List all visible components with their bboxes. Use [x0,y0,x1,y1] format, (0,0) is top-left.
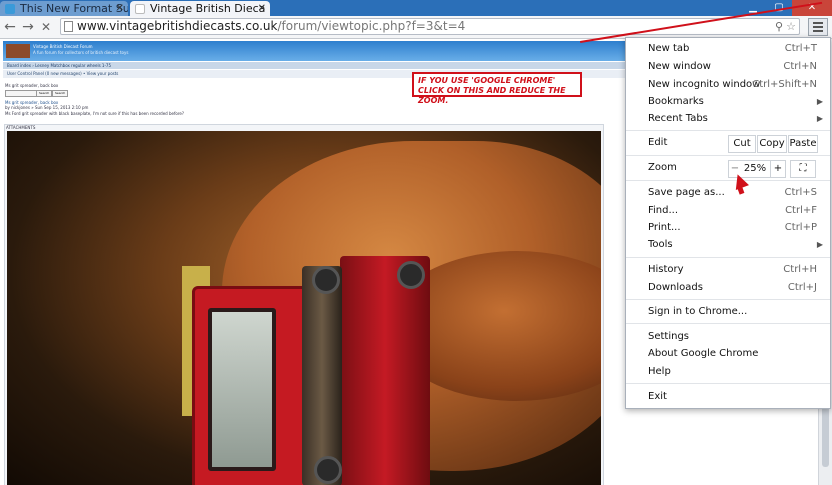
menu-label: Tools [648,239,673,250]
forum-logo[interactable] [6,44,30,58]
tab-vintage-british-diecasts[interactable]: Vintage British Dieca ✕ [130,1,270,16]
menu-separator [626,155,830,156]
forum-favicon-icon [5,4,15,14]
menu-item-exit[interactable]: Exit [648,389,823,405]
search-button[interactable]: Search [36,90,53,97]
loading-icon [135,4,145,14]
forum-subtitle: A fun forum for collectors of british di… [33,50,129,55]
address-bar[interactable]: www.vintagebritishdiecasts.co.uk/forum/v… [60,18,800,35]
photo-wheel [312,266,340,294]
menu-separator [626,257,830,258]
copy-button[interactable]: Copy [757,135,787,153]
fullscreen-icon: ⛶ [799,163,807,174]
paste-button[interactable]: Paste [788,135,818,153]
menu-icon-bar [813,30,823,32]
search-go-button[interactable]: Search [52,90,69,97]
tab-this-new-format[interactable]: This New Format Suc ✕ [0,1,128,16]
menu-icon [813,22,823,24]
chevron-right-icon: ▶ [816,240,823,249]
close-icon[interactable]: ✕ [116,1,124,16]
menu-item-help[interactable]: Help [648,364,823,380]
topic-title[interactable]: Ms grit spreader, back box [5,83,58,88]
menu-shortcut: Ctrl+S [784,187,817,198]
photo-wheel [314,456,342,484]
menu-label: History [648,264,684,275]
menu-item-bookmarks[interactable]: Bookmarks ▶ [648,94,823,110]
menu-item-about[interactable]: About Google Chrome [648,346,823,362]
menu-label: Find... [648,205,679,216]
menu-label: New tab [648,43,690,54]
post-meta: by nickjones » Sun Sep 15, 2013 2:10 pm [5,105,89,110]
photo-toy-truck [182,256,432,485]
forward-icon[interactable]: → [20,19,36,35]
menu-item-downloads[interactable]: Downloads Ctrl+J [648,280,823,296]
menu-label: Save page as... [648,187,725,198]
menu-item-tools[interactable]: Tools ▶ [648,237,823,253]
menu-label: New incognito window [648,79,761,90]
menu-separator [626,299,830,300]
menu-shortcut: Ctrl+F [785,205,817,216]
menu-label: Print... [648,222,681,233]
menu-label: Zoom [648,162,677,173]
menu-shortcut: Ctrl+J [787,282,817,293]
star-icon[interactable]: ☆ [786,19,796,34]
stop-icon[interactable]: ✕ [38,19,54,35]
menu-item-new-incognito[interactable]: New incognito window Ctrl+Shift+N [648,77,823,93]
chrome-menu-button[interactable] [808,18,828,36]
chrome-menu: New tab Ctrl+T New window Ctrl+N New inc… [625,37,831,409]
menu-shortcut: Ctrl+H [783,264,817,275]
menu-separator [626,130,830,131]
photo-truck-body [340,256,430,485]
chevron-right-icon: ▶ [816,114,823,123]
attachment-photo[interactable] [7,131,601,485]
forum-title: Vintage British Diecast Forum [33,44,93,49]
menu-label: Edit [648,137,668,148]
annotation-callout: IF YOU USE 'GOOGLE CHROME' CLICK ON THIS… [412,72,582,105]
attachments-label: ATTACHMENTS [6,125,36,130]
menu-label: Recent Tabs [648,113,708,124]
menu-label: Bookmarks [648,96,704,107]
menu-item-print[interactable]: Print... Ctrl+P [648,220,823,236]
menu-icon-bar [813,26,823,28]
menu-item-sign-in[interactable]: Sign in to Chrome... [648,304,823,320]
menu-item-new-tab[interactable]: New tab Ctrl+T [648,41,823,57]
menu-separator [626,323,830,324]
menu-separator [626,180,830,181]
back-icon[interactable]: ← [2,19,18,35]
url-path: /forum/viewtopic.php?f=3&t=4 [277,19,466,33]
chevron-right-icon: ▶ [816,97,823,106]
title-bar: This New Format Suc ✕ Vintage British Di… [0,0,832,16]
menu-label: About Google Chrome [648,348,759,359]
search-topic-input[interactable] [5,90,37,97]
close-icon[interactable]: ✕ [258,1,266,16]
menu-item-new-window[interactable]: New window Ctrl+N [648,59,823,75]
tab-label: Vintage British Dieca [150,2,266,15]
menu-item-history[interactable]: History Ctrl+H [648,262,823,278]
menu-item-recent-tabs[interactable]: Recent Tabs ▶ [648,111,823,127]
menu-shortcut: Ctrl+N [783,61,817,72]
photo-wheel [397,261,425,289]
menu-label: New window [648,61,711,72]
menu-label: Sign in to Chrome... [648,306,748,317]
menu-label: Settings [648,331,690,342]
fullscreen-button[interactable]: ⛶ [790,160,816,178]
menu-shortcut: Ctrl+Shift+N [752,79,817,90]
tab-label: This New Format Suc [20,2,128,15]
cut-button[interactable]: Cut [728,135,756,153]
photo-truck-window [208,308,276,471]
post-body: Ms Ford grit spreader with black basepla… [5,111,184,116]
zoom-in-button[interactable]: + [770,160,786,178]
search-icon[interactable]: ⚲ [775,19,783,34]
menu-label: Help [648,366,671,377]
menu-shortcut: Ctrl+P [784,222,817,233]
page-icon [64,21,73,32]
menu-label: Exit [648,391,667,402]
url-host: www.vintagebritishdiecasts.co.uk [77,19,278,33]
menu-item-find[interactable]: Find... Ctrl+F [648,203,823,219]
menu-shortcut: Ctrl+T [784,43,817,54]
menu-separator [626,383,830,384]
photo-truck-base [302,266,342,485]
menu-label: Downloads [648,282,703,293]
menu-item-settings[interactable]: Settings [648,329,823,345]
